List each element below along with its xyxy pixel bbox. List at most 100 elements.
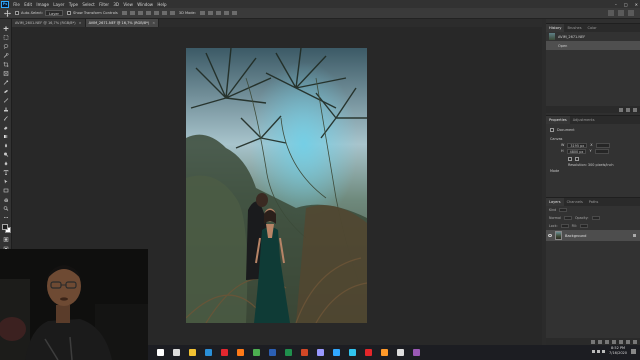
menu-view[interactable]: View — [121, 2, 135, 7]
history-snapshot[interactable]: AVIM_2671.NEF — [546, 32, 640, 41]
more-tools-icon[interactable] — [3, 215, 9, 220]
tab-paths[interactable]: Paths — [586, 198, 602, 206]
firefox-icon[interactable] — [237, 349, 244, 356]
crop-tool-icon[interactable] — [3, 62, 9, 67]
tab-document-2[interactable]: AVIM_2671.NEF @ 16,7% (RGB/8*) × — [85, 19, 160, 27]
powerpoint-icon[interactable] — [301, 349, 308, 356]
quick-select-tool-icon[interactable] — [3, 53, 9, 58]
align-middle-icon[interactable] — [153, 11, 159, 15]
eraser-tool-icon[interactable] — [3, 125, 9, 130]
mask-icon[interactable] — [605, 339, 609, 344]
landscape-icon[interactable] — [575, 157, 579, 161]
search-icon[interactable] — [173, 349, 180, 356]
3d-pan-icon[interactable] — [215, 11, 221, 15]
start-icon[interactable] — [157, 349, 164, 356]
menu-help[interactable]: Help — [155, 2, 169, 7]
eye-icon[interactable] — [548, 234, 552, 237]
align-right-icon[interactable] — [137, 11, 143, 15]
menu-file[interactable]: File — [11, 2, 22, 7]
3d-scale-icon[interactable] — [231, 11, 237, 15]
minimize-button[interactable]: – — [615, 2, 617, 7]
camera-icon[interactable] — [626, 107, 630, 112]
align-left-icon[interactable] — [121, 11, 127, 15]
gradient-tool-icon[interactable] — [3, 134, 9, 139]
blend-mode-box[interactable] — [563, 216, 572, 220]
marquee-tool-icon[interactable] — [3, 35, 9, 40]
link-icon[interactable] — [591, 339, 595, 344]
fill-field[interactable] — [580, 224, 589, 228]
zoom-tool-icon[interactable] — [3, 206, 9, 211]
distribute-icon[interactable] — [169, 11, 175, 15]
menu-layer[interactable]: Layer — [51, 2, 67, 7]
maximize-button[interactable]: □ — [624, 2, 628, 7]
quick-mask-icon[interactable] — [3, 237, 9, 242]
volume-icon[interactable] — [597, 349, 601, 353]
chrome-icon[interactable] — [253, 349, 260, 356]
media-icon[interactable] — [381, 349, 388, 356]
kind-filter-dropdown[interactable] — [559, 208, 568, 212]
foreground-color-swatch[interactable] — [2, 224, 8, 230]
auto-select-dropdown[interactable]: Layer — [45, 10, 64, 16]
opacity-field[interactable] — [591, 216, 600, 220]
workspace-icon[interactable] — [618, 10, 624, 16]
file-explorer-icon[interactable] — [189, 349, 196, 356]
menu-select[interactable]: Select — [80, 2, 97, 7]
history-brush-tool-icon[interactable] — [3, 116, 9, 121]
path-select-tool-icon[interactable] — [3, 179, 9, 184]
tab-color[interactable]: Color — [585, 24, 600, 32]
lightroom-icon[interactable] — [349, 349, 356, 356]
3d-slide-icon[interactable] — [223, 11, 229, 15]
taskbar-clock[interactable]: 8:52 PM 7/16/2020 — [609, 346, 627, 356]
photo-canvas[interactable] — [186, 48, 367, 323]
share-icon[interactable] — [628, 10, 634, 16]
type-tool-icon[interactable] — [3, 170, 9, 175]
pen-tool-icon[interactable] — [3, 161, 9, 166]
menu-type[interactable]: Type — [67, 2, 81, 7]
menu-3d[interactable]: 3D — [111, 2, 121, 7]
obs-icon[interactable] — [397, 349, 404, 356]
transform-controls-checkbox[interactable] — [67, 11, 72, 15]
color-swatches[interactable] — [2, 224, 11, 233]
menu-window[interactable]: Window — [135, 2, 155, 7]
tab-properties[interactable]: Properties — [546, 116, 570, 124]
premiere-icon[interactable] — [317, 349, 324, 356]
brush-tool-icon[interactable] — [3, 98, 9, 103]
transform-controls-option[interactable]: Show Transform Controls — [67, 11, 118, 15]
excel-icon[interactable] — [285, 349, 292, 356]
notification-icon[interactable] — [631, 348, 636, 354]
x-field[interactable] — [595, 142, 610, 148]
adjustment-icon[interactable] — [612, 339, 616, 344]
settings-icon[interactable] — [413, 349, 420, 356]
tab-layers[interactable]: Layers — [546, 198, 564, 206]
align-bottom-icon[interactable] — [161, 11, 167, 15]
hand-tool-icon[interactable] — [3, 197, 9, 202]
clone-stamp-tool-icon[interactable] — [3, 107, 9, 112]
rectangle-tool-icon[interactable] — [3, 188, 9, 193]
lock-buttons[interactable] — [560, 224, 569, 228]
dodge-tool-icon[interactable] — [3, 152, 9, 157]
frame-tool-icon[interactable] — [3, 71, 9, 76]
healing-brush-tool-icon[interactable] — [3, 89, 9, 94]
auto-select-checkbox[interactable] — [15, 11, 19, 15]
portrait-icon[interactable] — [568, 157, 572, 161]
folder-icon[interactable] — [619, 339, 623, 344]
edge-icon[interactable] — [205, 349, 212, 356]
align-center-icon[interactable] — [129, 11, 135, 15]
tab-close-icon[interactable]: × — [152, 21, 155, 25]
3d-rotate-icon[interactable] — [199, 11, 205, 15]
history-step[interactable]: Open — [546, 41, 640, 50]
new-snapshot-icon[interactable] — [619, 107, 623, 112]
search-icon[interactable] — [608, 10, 614, 16]
acrobat-icon[interactable] — [365, 349, 372, 356]
network-icon[interactable] — [592, 349, 596, 353]
height-field[interactable]: 4800 px — [566, 148, 587, 154]
new-layer-icon[interactable] — [626, 339, 630, 344]
tab-document-1[interactable]: AVIM_2601.NEF @ 16,7% (RGB/8*) × — [12, 19, 86, 27]
opera-icon[interactable] — [221, 349, 228, 356]
blend-mode-dropdown[interactable]: Normal — [549, 216, 561, 220]
menu-image[interactable]: Image — [34, 2, 51, 7]
align-top-icon[interactable] — [145, 11, 151, 15]
width-field[interactable]: 3195 px — [567, 142, 588, 148]
move-tool-icon[interactable] — [3, 26, 9, 31]
lasso-tool-icon[interactable] — [3, 44, 9, 49]
